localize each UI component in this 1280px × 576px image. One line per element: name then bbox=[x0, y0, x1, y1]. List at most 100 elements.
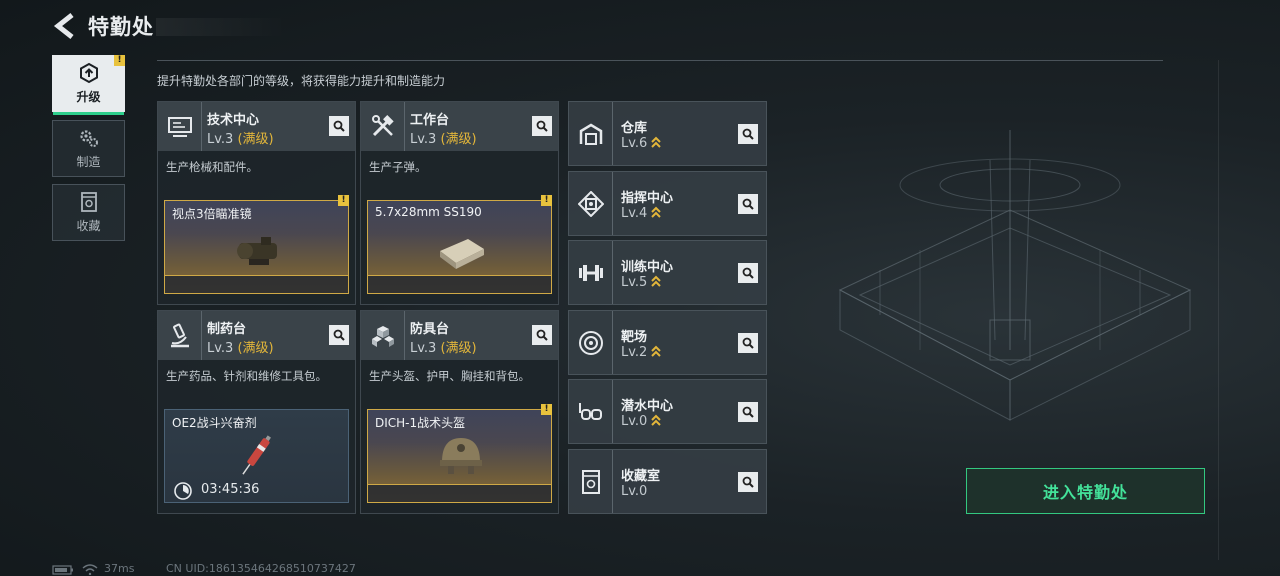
facility-level: Lv.0 bbox=[621, 414, 662, 429]
workshop-card-armory[interactable]: 防具台 Lv.3 (满级) 生产头盔、护甲、胸挂和背包。 DICH-1战术头盔 … bbox=[360, 310, 559, 514]
inspect-button[interactable] bbox=[532, 325, 552, 345]
nav-tab-craft[interactable]: 制造 bbox=[52, 120, 125, 177]
syringe-icon bbox=[242, 435, 271, 475]
craft-item-slot[interactable]: 5.7x28mm SS190 ! bbox=[367, 195, 552, 294]
workshop-card-pharmacy[interactable]: 制药台 Lv.3 (满级) 生产药品、针剂和维修工具包。 OE2战斗兴奋剂 03… bbox=[157, 310, 356, 514]
level-value: Lv.3 bbox=[207, 341, 234, 356]
command-center-icon bbox=[569, 172, 613, 235]
ammo-box-icon bbox=[440, 239, 484, 269]
inspect-button[interactable] bbox=[329, 116, 349, 136]
craft-item-slot[interactable]: OE2战斗兴奋剂 03:45:36 bbox=[164, 409, 349, 503]
facility-command-center[interactable]: 指挥中心 Lv.4 bbox=[568, 171, 767, 236]
level-value: Lv.4 bbox=[621, 206, 648, 221]
level-value: Lv.2 bbox=[621, 345, 648, 360]
item-alert-badge: ! bbox=[541, 195, 552, 206]
helmet-icon bbox=[440, 438, 482, 474]
upgrade-icon bbox=[79, 62, 98, 84]
max-level-tag: (满级) bbox=[237, 132, 274, 147]
inspect-button[interactable] bbox=[738, 263, 758, 283]
inspect-button[interactable] bbox=[738, 472, 758, 492]
timer-icon bbox=[174, 482, 192, 500]
workshop-level: Lv.3 (满级) bbox=[207, 337, 274, 356]
magnifier-icon bbox=[742, 476, 754, 488]
back-arrow-icon[interactable] bbox=[52, 12, 78, 40]
upgrade-arrow-icon bbox=[651, 275, 662, 287]
collection-room-icon bbox=[569, 450, 613, 513]
facility-name: 训练中心 bbox=[621, 260, 674, 275]
card-header: 制药台 Lv.3 (满级) bbox=[158, 311, 355, 360]
craft-item-slot[interactable]: 视点3倍瞄准镜 ! bbox=[164, 195, 349, 294]
facility-level: Lv.5 bbox=[621, 275, 662, 290]
base-schematic-art bbox=[838, 130, 1192, 421]
craft-item-bar bbox=[368, 484, 551, 502]
monitor-icon bbox=[158, 102, 202, 151]
workshop-level: Lv.3 (满级) bbox=[410, 128, 477, 147]
magnifier-icon bbox=[742, 337, 754, 349]
facility-warehouse[interactable]: 仓库 Lv.6 bbox=[568, 101, 767, 166]
magnifier-icon bbox=[333, 329, 345, 341]
tools-icon bbox=[361, 102, 405, 151]
card-header: 防具台 Lv.3 (满级) bbox=[361, 311, 558, 360]
level-value: Lv.0 bbox=[621, 414, 648, 429]
craft-item-name: OE2战斗兴奋剂 bbox=[172, 416, 257, 430]
nav-label-upgrade: 升级 bbox=[76, 90, 101, 104]
inspect-button[interactable] bbox=[738, 194, 758, 214]
title-decoration bbox=[156, 18, 286, 36]
facility-level: Lv.0 bbox=[621, 484, 648, 499]
max-level-tag: (满级) bbox=[440, 341, 477, 356]
upgrade-arrow-icon bbox=[651, 136, 662, 148]
facility-level: Lv.6 bbox=[621, 136, 662, 151]
level-value: Lv.3 bbox=[207, 132, 234, 147]
workshop-desc: 生产头盔、护甲、胸挂和背包。 bbox=[369, 369, 530, 383]
page-subtitle: 提升特勤处各部门的等级，将获得能力提升和制造能力 bbox=[157, 74, 446, 88]
nav-tab-collection[interactable]: 收藏 bbox=[52, 184, 125, 241]
craft-item-name: 视点3倍瞄准镜 bbox=[172, 207, 252, 221]
facility-training-center[interactable]: 训练中心 Lv.5 bbox=[568, 240, 767, 305]
diving-mask-icon bbox=[569, 380, 613, 443]
craft-item-slot[interactable]: DICH-1战术头盔 ! bbox=[367, 404, 552, 503]
header-divider bbox=[157, 60, 1163, 61]
level-value: Lv.6 bbox=[621, 136, 648, 151]
inspect-button[interactable] bbox=[532, 116, 552, 136]
facility-shooting-range[interactable]: 靶场 Lv.2 bbox=[568, 310, 767, 375]
workshop-desc: 生产药品、针剂和维修工具包。 bbox=[166, 369, 327, 383]
battery-icon bbox=[52, 565, 73, 575]
level-value: Lv.3 bbox=[410, 132, 437, 147]
upgrade-arrow-icon bbox=[651, 414, 662, 426]
workshop-name: 制药台 bbox=[207, 322, 247, 337]
dumbbell-icon bbox=[569, 241, 613, 304]
workshop-level: Lv.3 (满级) bbox=[410, 337, 477, 356]
facility-level: Lv.2 bbox=[621, 345, 662, 360]
facility-collection-room[interactable]: 收藏室 Lv.0 bbox=[568, 449, 767, 514]
level-value: Lv.3 bbox=[410, 341, 437, 356]
page-title: 特勤处 bbox=[88, 15, 154, 39]
inspect-button[interactable] bbox=[329, 325, 349, 345]
craft-item-bar bbox=[165, 275, 348, 293]
craft-item-name: 5.7x28mm SS190 bbox=[375, 205, 482, 219]
scope-icon bbox=[237, 237, 277, 265]
facility-name: 仓库 bbox=[621, 121, 648, 136]
inspect-button[interactable] bbox=[738, 124, 758, 144]
gears-icon bbox=[79, 130, 98, 147]
max-level-tag: (满级) bbox=[440, 132, 477, 147]
facility-diving-center[interactable]: 潜水中心 Lv.0 bbox=[568, 379, 767, 444]
workshop-desc: 生产枪械和配件。 bbox=[166, 160, 258, 174]
wifi-icon bbox=[82, 564, 98, 575]
magnifier-icon bbox=[742, 128, 754, 140]
facility-name: 指挥中心 bbox=[621, 191, 674, 206]
workshop-card-workbench[interactable]: 工作台 Lv.3 (满级) 生产子弹。 5.7x28mm SS190 ! bbox=[360, 101, 559, 305]
level-value: Lv.5 bbox=[621, 275, 648, 290]
inspect-button[interactable] bbox=[738, 333, 758, 353]
warehouse-icon bbox=[569, 102, 613, 165]
enter-special-ops-button[interactable]: 进入特勤处 bbox=[966, 468, 1205, 514]
magnifier-icon bbox=[742, 406, 754, 418]
magnifier-icon bbox=[742, 198, 754, 210]
item-alert-badge: ! bbox=[338, 195, 349, 206]
facility-name: 收藏室 bbox=[621, 469, 661, 484]
nav-label-collection: 收藏 bbox=[76, 219, 101, 233]
uid-text: CN UID:18613546426851073742​7 bbox=[166, 562, 356, 575]
workshop-name: 防具台 bbox=[410, 322, 450, 337]
card-header: 工作台 Lv.3 (满级) bbox=[361, 102, 558, 151]
workshop-card-tech-center[interactable]: 技术中心 Lv.3 (满级) 生产枪械和配件。 视点3倍瞄准镜 ! bbox=[157, 101, 356, 305]
inspect-button[interactable] bbox=[738, 402, 758, 422]
